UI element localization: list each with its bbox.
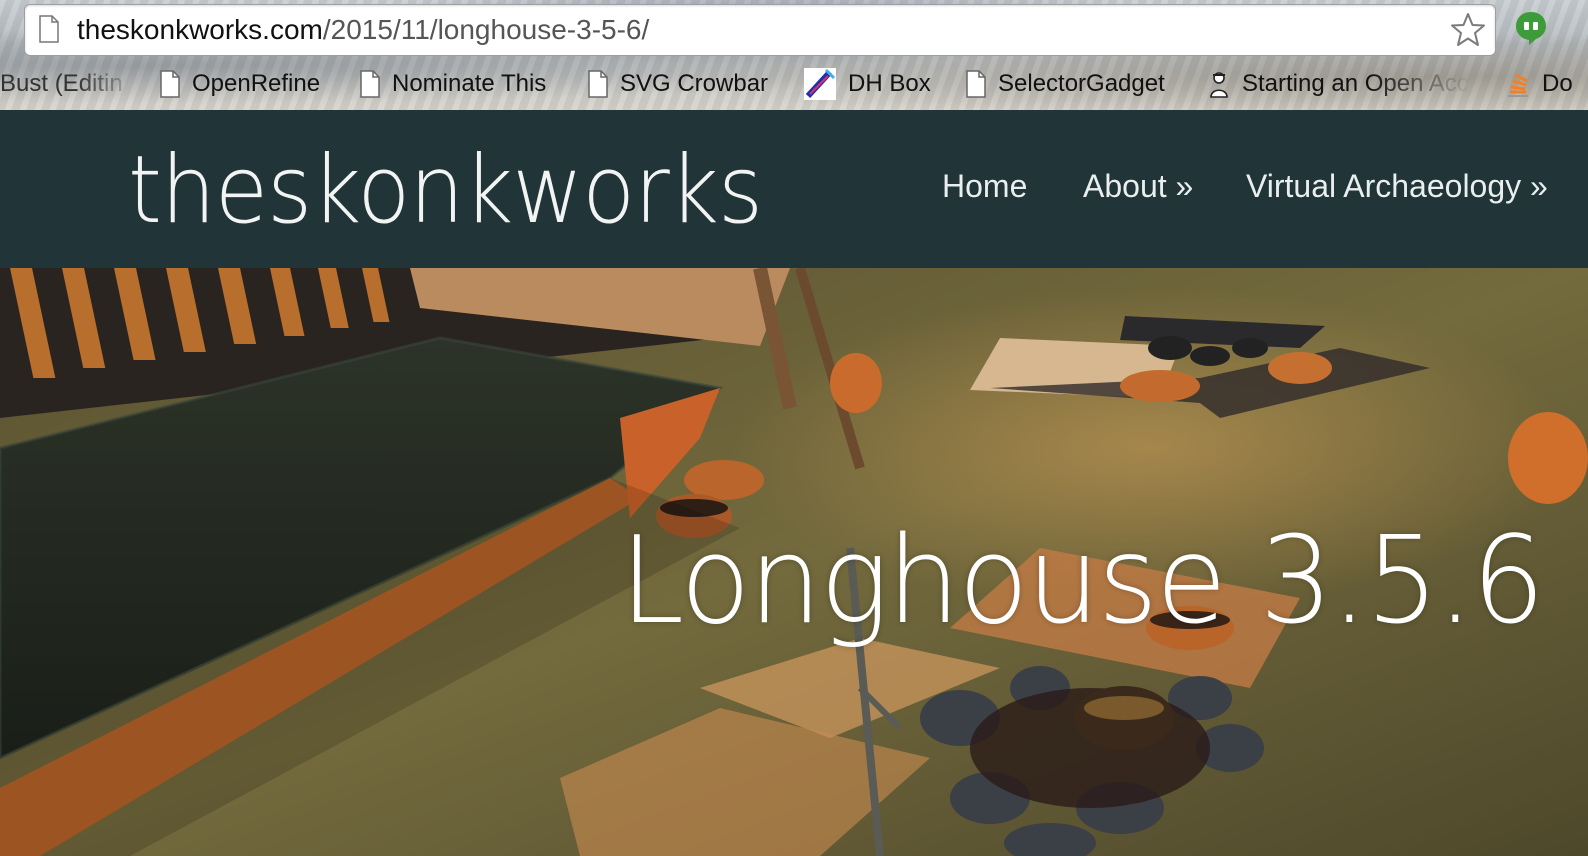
page-icon	[160, 70, 180, 98]
page-icon	[588, 70, 608, 98]
bookmark-label: Bust (Editin	[0, 70, 123, 97]
site-title[interactable]: theskonkworks	[128, 136, 763, 246]
stack-icon	[1508, 73, 1528, 97]
page-icon	[360, 70, 380, 98]
bookmark-label: DH Box	[848, 70, 931, 97]
bookmark-item[interactable]: Starting an Open Acc	[1208, 62, 1472, 106]
address-bar[interactable]: theskonkworks.com/2015/11/longhouse-3-5-…	[24, 4, 1496, 56]
speech-bubble-extension-icon[interactable]	[1514, 10, 1548, 46]
bookmark-label: SVG Crowbar	[620, 70, 769, 97]
bookmark-label: Starting an Open Acc	[1242, 70, 1469, 97]
person-icon	[1210, 72, 1228, 98]
bookmarks-bar: Bust (Editin OpenRefine Nominate This SV…	[0, 62, 1588, 106]
browser-chrome: theskonkworks.com/2015/11/longhouse-3-5-…	[0, 0, 1588, 110]
bookmark-item[interactable]: Bust (Editin	[0, 62, 140, 106]
bookmark-item[interactable]: Nominate This	[360, 62, 546, 106]
bookmark-item[interactable]: SelectorGadget	[966, 62, 1165, 106]
nav-home[interactable]: Home	[942, 168, 1027, 205]
dhbox-icon	[804, 68, 836, 100]
bookmark-label: OpenRefine	[192, 70, 321, 97]
url-host: theskonkworks.com	[77, 14, 323, 45]
nav-about[interactable]: About »	[1083, 168, 1193, 205]
page-icon	[966, 70, 986, 98]
url-text[interactable]: theskonkworks.com/2015/11/longhouse-3-5-…	[77, 13, 649, 47]
bookmark-label: SelectorGadget	[998, 70, 1165, 97]
page-icon	[39, 15, 59, 43]
bookmark-label: Do	[1542, 70, 1573, 97]
bookmark-item[interactable]: DH Box	[804, 62, 931, 106]
bookmark-item[interactable]: Do	[1506, 62, 1573, 106]
bookmark-item[interactable]: SVG Crowbar	[588, 62, 768, 106]
hero-title: Longhouse 3.5.6	[620, 512, 1545, 651]
nav-virtual-archaeology[interactable]: Virtual Archaeology »	[1246, 168, 1548, 205]
bookmark-item[interactable]: OpenRefine	[160, 62, 320, 106]
url-path: /2015/11/longhouse-3-5-6/	[322, 14, 650, 45]
bookmark-star-icon[interactable]	[1449, 11, 1487, 49]
bookmark-label: Nominate This	[392, 70, 547, 97]
